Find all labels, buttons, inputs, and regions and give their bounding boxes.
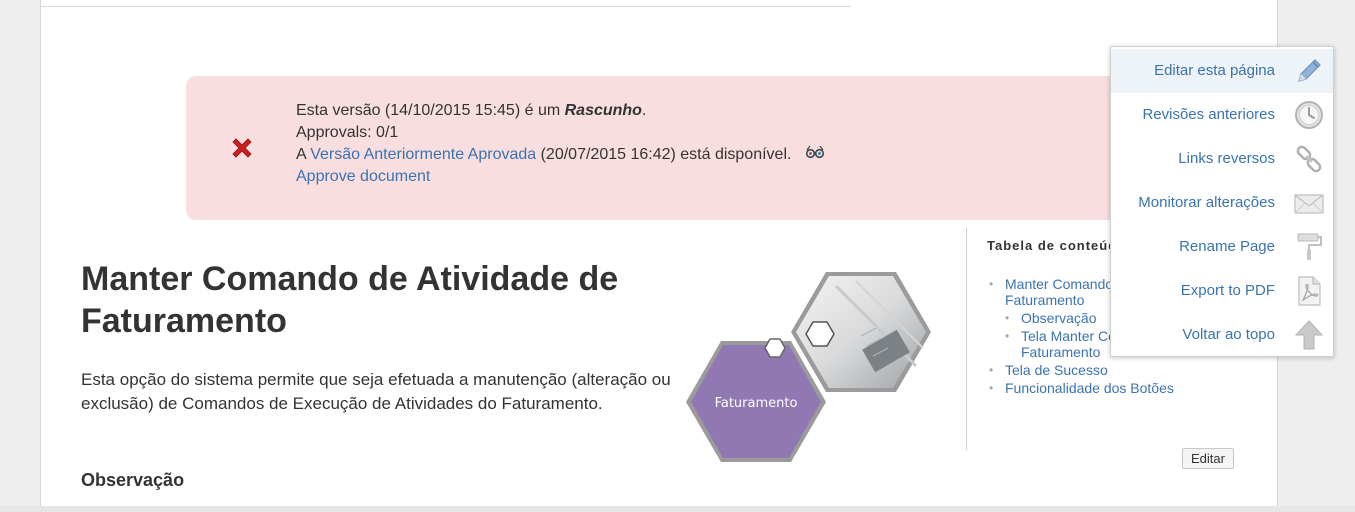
toc-edit-button[interactable]: Editar [1182,448,1234,469]
chain-link-icon [1296,145,1322,173]
error-x-icon [232,138,252,158]
toc-item[interactable]: Tela de Sucesso [985,362,1265,378]
menu-item-label: Editar esta página [1154,62,1275,79]
draft-alert: Esta versão (14/10/2015 15:45) é um Rasc… [186,76,1186,220]
alert-version-line: Esta versão (14/10/2015 15:45) é um Rasc… [296,102,647,119]
faturamento-hexagon-graphic: Faturamento [686,272,931,462]
alert-text: Esta versão (14/10/2015 15:45) é um Rasc… [296,100,825,188]
toc-item[interactable]: Funcionalidade dos Botões [985,380,1265,396]
menu-item-label: Links reversos [1178,150,1275,167]
draft-status: Rascunho [564,102,642,119]
page-top-divider [41,6,851,7]
menu-item-label: Revisões anteriores [1142,106,1275,123]
wiki-page: Esta versão (14/10/2015 15:45) é um Rasc… [40,0,1278,506]
paint-roller-icon [1297,233,1322,260]
menu-item-export-pdf[interactable]: Export to PDF [1111,269,1333,313]
menu-item-watch-changes[interactable]: Monitorar alterações [1111,181,1333,225]
section-heading-observacao: Observação [81,470,185,490]
window-bottom-edge [0,506,1355,512]
menu-item-rename-page[interactable]: Rename Page [1111,225,1333,269]
menu-item-label: Rename Page [1179,238,1275,255]
menu-item-back-to-top[interactable]: Voltar ao topo [1111,313,1333,357]
menu-item-edit-page[interactable]: Editar esta página [1111,49,1333,93]
arrow-up-icon [1294,320,1324,350]
hexagon-label: Faturamento [715,396,798,411]
approvals-count: Approvals: 0/1 [296,124,399,141]
previous-approved-version-link[interactable]: Versão Anteriormente Aprovada [310,146,536,163]
page-description: Esta opção do sistema permite que seja e… [81,370,671,413]
menu-item-label: Voltar ao topo [1182,326,1275,343]
alert-previous-line: A Versão Anteriormente Aprovada (20/07/2… [296,144,825,166]
approve-document-link[interactable]: Approve document [296,168,430,185]
page-title: Manter Comando de Atividade de Faturamen… [81,260,619,340]
glasses-icon[interactable] [805,144,825,166]
envelope-icon [1294,194,1324,214]
page-actions-menu: Editar esta página Revisões anteriores L… [1110,46,1334,357]
menu-item-previous-revisions[interactable]: Revisões anteriores [1111,93,1333,137]
toc-title: Tabela de conteúdo [987,238,1127,253]
clock-icon [1295,101,1323,129]
pencil-icon [1298,59,1321,82]
menu-item-backlinks[interactable]: Links reversos [1111,137,1333,181]
menu-item-label: Export to PDF [1180,282,1275,299]
pdf-icon [1298,276,1321,306]
menu-item-label: Monitorar alterações [1138,194,1275,211]
